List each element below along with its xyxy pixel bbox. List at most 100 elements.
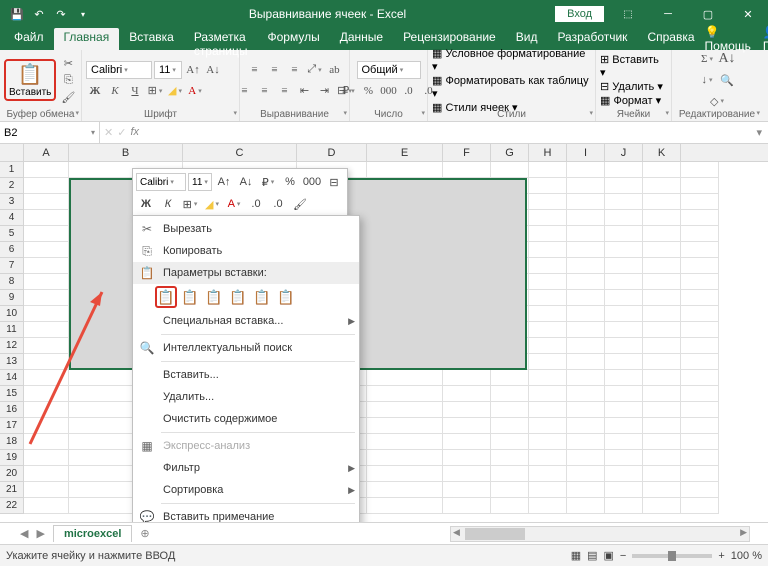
mini-font-name[interactable]: Calibri xyxy=(136,173,186,191)
insert-cells-button[interactable]: ⊞ Вставить ▾ xyxy=(600,53,667,79)
mini-font-color-icon[interactable]: A xyxy=(224,194,244,214)
percent-icon[interactable]: % xyxy=(360,82,378,100)
paste-button[interactable]: 📋 Вставить xyxy=(4,59,56,101)
font-size-select[interactable]: 11 xyxy=(154,61,182,79)
zoom-out-icon[interactable]: − xyxy=(620,550,626,562)
col-header[interactable]: G xyxy=(491,144,529,161)
mini-decrease-decimal-icon[interactable]: .0 xyxy=(246,194,266,214)
row-header[interactable]: 11 xyxy=(0,322,24,338)
increase-decimal-icon[interactable]: .0 xyxy=(400,82,418,100)
mini-increase-decimal-icon[interactable]: .0 xyxy=(268,194,288,214)
paste-opt-transpose[interactable]: 📋 xyxy=(227,286,249,308)
cm-delete[interactable]: Удалить... xyxy=(133,386,359,408)
mini-italic-icon[interactable]: К xyxy=(158,194,178,214)
sheet-nav-next-icon[interactable]: ▶ xyxy=(36,527,44,540)
align-bottom-icon[interactable]: ≡ xyxy=(286,61,304,79)
mini-currency-icon[interactable]: ₽ xyxy=(258,172,278,192)
format-cells-button[interactable]: ▦ Формат ▾ xyxy=(600,94,661,107)
paste-opt-formatting[interactable]: 📋 xyxy=(251,286,273,308)
undo-icon[interactable]: ↶ xyxy=(28,3,50,25)
tab-layout[interactable]: Разметка страницы xyxy=(184,28,258,50)
paste-opt-formulas[interactable]: 📋 xyxy=(203,286,225,308)
currency-icon[interactable]: ₽ xyxy=(340,82,358,100)
row-header[interactable]: 1 xyxy=(0,162,24,178)
paste-opt-values[interactable]: 📋 xyxy=(179,286,201,308)
row-header[interactable]: 15 xyxy=(0,386,24,402)
minimize-icon[interactable]: ─ xyxy=(648,0,688,28)
name-box[interactable]: B2▾ xyxy=(0,122,100,143)
col-header[interactable]: I xyxy=(567,144,605,161)
enter-formula-icon[interactable]: ✓ xyxy=(117,126,126,139)
tab-file[interactable]: Файл xyxy=(4,28,54,50)
cm-sort[interactable]: Сортировка▶ xyxy=(133,479,359,501)
underline-icon[interactable]: Ч xyxy=(126,82,144,100)
row-header[interactable]: 20 xyxy=(0,466,24,482)
horizontal-scrollbar[interactable]: ◀ ▶ xyxy=(450,526,750,542)
font-name-select[interactable]: Calibri xyxy=(86,61,152,79)
row-header[interactable]: 14 xyxy=(0,370,24,386)
row-header[interactable]: 22 xyxy=(0,498,24,514)
row-header[interactable]: 12 xyxy=(0,338,24,354)
col-header[interactable]: B xyxy=(69,144,183,161)
cm-insert[interactable]: Вставить... xyxy=(133,364,359,386)
col-header[interactable]: E xyxy=(367,144,443,161)
align-center-icon[interactable]: ≡ xyxy=(256,82,274,100)
paste-opt-link[interactable]: 📋 xyxy=(275,286,297,308)
row-header[interactable]: 16 xyxy=(0,402,24,418)
format-as-table-button[interactable]: ▦ Форматировать как таблицу ▾ xyxy=(432,74,591,100)
increase-indent-icon[interactable]: ⇥ xyxy=(316,82,334,100)
conditional-formatting-button[interactable]: ▦ Условное форматирование ▾ xyxy=(432,47,591,73)
increase-font-icon[interactable]: A↑ xyxy=(184,61,202,79)
format-painter-icon[interactable]: 🖌 xyxy=(59,89,77,105)
paste-opt-all[interactable]: 📋 xyxy=(155,286,177,308)
align-left-icon[interactable]: ≡ xyxy=(236,82,254,100)
qat-more-icon[interactable]: ▾ xyxy=(72,3,94,25)
cut-icon[interactable]: ✂ xyxy=(59,55,77,71)
fx-icon[interactable]: fx xyxy=(130,126,139,139)
login-button[interactable]: Вход xyxy=(555,6,604,22)
border-icon[interactable]: ⊞ xyxy=(146,82,164,100)
number-format-select[interactable]: Общий xyxy=(357,61,421,79)
mini-merge-icon[interactable]: ⊟ xyxy=(324,172,344,192)
zoom-value[interactable]: 100 % xyxy=(731,550,762,562)
row-header[interactable]: 19 xyxy=(0,450,24,466)
delete-cells-button[interactable]: ⊟ Удалить ▾ xyxy=(600,80,663,93)
close-icon[interactable]: ✕ xyxy=(728,0,768,28)
col-header[interactable]: A xyxy=(24,144,69,161)
share-button[interactable]: 👤 Поделиться xyxy=(763,25,768,53)
comma-icon[interactable]: 000 xyxy=(380,82,398,100)
fill-color-icon[interactable]: ◢ xyxy=(166,82,184,100)
row-header[interactable]: 3 xyxy=(0,194,24,210)
col-header[interactable]: F xyxy=(443,144,491,161)
wrap-text-icon[interactable]: ab xyxy=(326,61,344,79)
sort-filter-icon[interactable]: A↓ xyxy=(718,50,736,68)
align-top-icon[interactable]: ≡ xyxy=(246,61,264,79)
ribbon-options-icon[interactable]: ⬚ xyxy=(608,0,648,28)
sheet-tab[interactable]: microexcel xyxy=(53,525,132,542)
row-header[interactable]: 7 xyxy=(0,258,24,274)
tell-me[interactable]: 💡 Помощь xyxy=(705,25,751,53)
copy-icon[interactable]: ⎘ xyxy=(59,72,77,88)
row-header[interactable]: 5 xyxy=(0,226,24,242)
cm-cut[interactable]: ✂Вырезать xyxy=(133,218,359,240)
col-header[interactable]: H xyxy=(529,144,567,161)
orientation-icon[interactable]: ⤢ xyxy=(306,61,324,79)
decrease-font-icon[interactable]: A↓ xyxy=(204,61,222,79)
row-header[interactable]: 17 xyxy=(0,418,24,434)
find-icon[interactable]: 🔍 xyxy=(718,71,736,89)
tab-help[interactable]: Справка xyxy=(637,28,704,50)
view-pagebreak-icon[interactable]: ▣ xyxy=(604,549,614,562)
row-header[interactable]: 13 xyxy=(0,354,24,370)
col-header[interactable]: C xyxy=(183,144,297,161)
tab-home[interactable]: Главная xyxy=(54,28,120,50)
cm-copy[interactable]: ⎘Копировать xyxy=(133,240,359,262)
decrease-indent-icon[interactable]: ⇤ xyxy=(296,82,314,100)
cm-filter[interactable]: Фильтр▶ xyxy=(133,457,359,479)
tab-formulas[interactable]: Формулы xyxy=(257,28,329,50)
tab-data[interactable]: Данные xyxy=(330,28,393,50)
row-header[interactable]: 8 xyxy=(0,274,24,290)
row-header[interactable]: 2 xyxy=(0,178,24,194)
cm-comment[interactable]: 💬Вставить примечание xyxy=(133,506,359,522)
row-header[interactable]: 9 xyxy=(0,290,24,306)
mini-fill-color-icon[interactable]: ◢ xyxy=(202,194,222,214)
